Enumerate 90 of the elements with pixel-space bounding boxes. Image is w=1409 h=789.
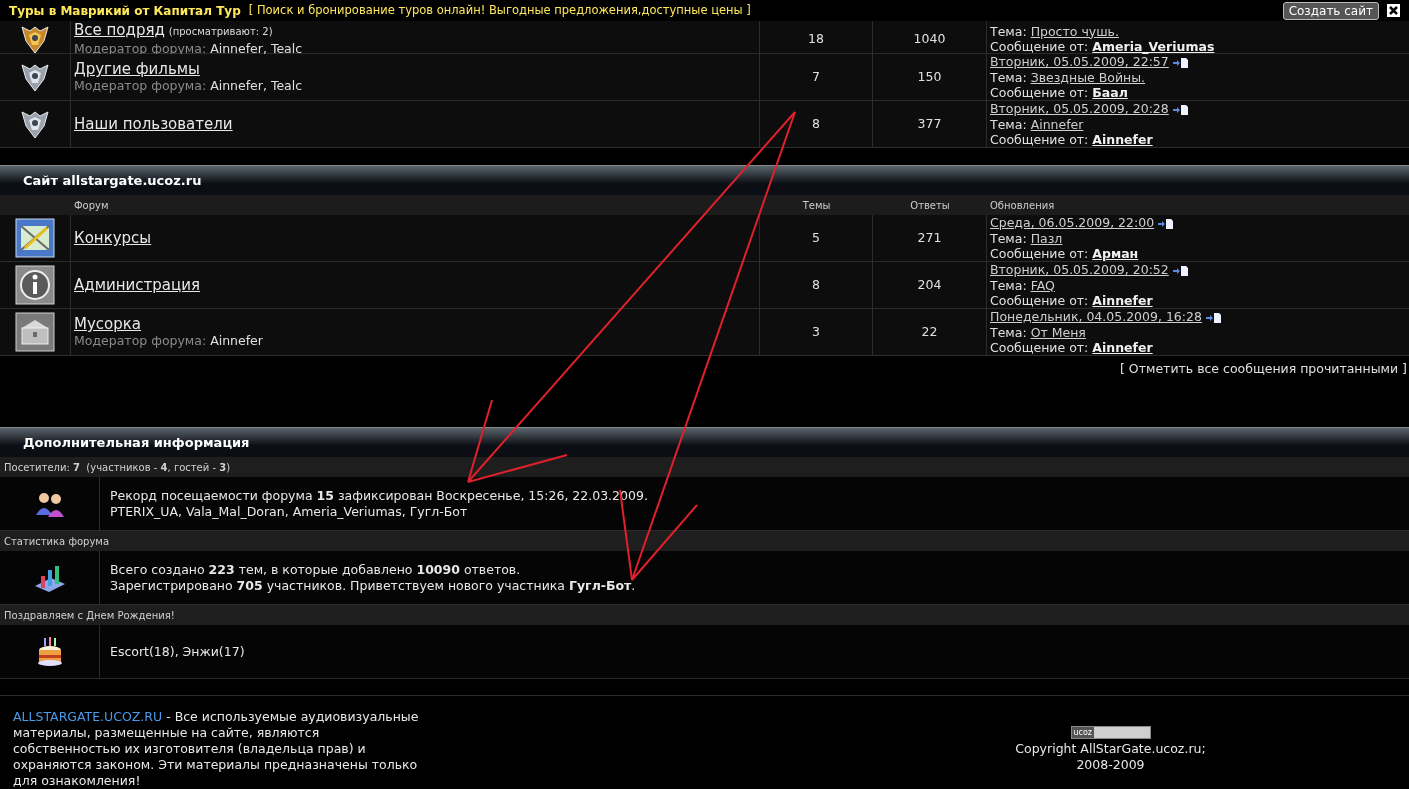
- envelope-icon: [15, 218, 55, 259]
- chest-icon: [15, 312, 55, 353]
- topic-link[interactable]: Просто чушь.: [1030, 23, 1119, 39]
- forum-title-link[interactable]: Все подряд: [74, 21, 165, 39]
- info-heading: Поздравляем с Днем Рождения!: [4, 608, 175, 623]
- author-label: Сообщение от:: [990, 132, 1089, 147]
- info-text: Всего создано 223 тем, в которые добавлено 10090 ответов.: [110, 561, 522, 578]
- info-heading: Статистика форума: [4, 534, 110, 549]
- go-to-post-icon[interactable]: [1205, 312, 1222, 323]
- author-link[interactable]: Ainnefer: [1092, 132, 1153, 147]
- create-site-button[interactable]: Создать сайт: [1282, 1, 1379, 20]
- last-post-date-link[interactable]: Вторник, 05.05.2009, 22:57: [990, 54, 1169, 69]
- go-to-post-icon[interactable]: [1158, 218, 1175, 229]
- author-label: Сообщение от:: [990, 340, 1089, 355]
- info-text: Зарегистрировано 705 участников. Приветствуем нового участника Гугл-Бот.: [110, 577, 637, 594]
- last-post-date-link[interactable]: Среда, 06.05.2009, 22:00: [990, 215, 1155, 230]
- topic-link[interactable]: Ainnefer: [1030, 116, 1084, 132]
- counter-badge[interactable]: ucoz: [1070, 726, 1151, 739]
- forum-title-link[interactable]: Администрация: [74, 276, 200, 295]
- author-label: Сообщение от:: [990, 85, 1089, 100]
- topics-count: 8: [812, 275, 820, 294]
- emblem-icon: [20, 108, 50, 141]
- site-link[interactable]: ALLSTARGATE.UCOZ.RU: [13, 709, 163, 724]
- topics-count: 3: [812, 322, 820, 341]
- topic-link[interactable]: FAQ: [1030, 277, 1055, 293]
- topic-label: Тема:: [990, 23, 1027, 39]
- topic-label: Тема:: [990, 277, 1027, 293]
- moderator-label: Модератор форума:: [74, 333, 207, 349]
- topics-count: 18: [808, 29, 824, 48]
- forum-title-link[interactable]: Мусорка: [74, 315, 142, 334]
- replies-count: 377: [917, 114, 942, 133]
- replies-count: 1040: [913, 29, 946, 48]
- author-link[interactable]: Арман: [1092, 246, 1139, 261]
- moderator-label: Модератор форума:: [74, 41, 207, 56]
- author-link[interactable]: Ameria_Veriumas: [1092, 39, 1215, 54]
- info-text: PTERIX_UA, Vala_Mal_Doran, Ameria_Veriumas, Гугл-Бот: [110, 503, 469, 520]
- last-post-date-link[interactable]: Вторник, 05.05.2009, 20:52: [990, 262, 1169, 277]
- last-post-date-link[interactable]: Вторник, 05.05.2009, 20:28: [990, 101, 1169, 116]
- ad-tagline-link[interactable]: [ Поиск и бронирование туров онлайн! Выгодные предложения,доступные цены ]: [248, 1, 751, 20]
- topic-label: Тема:: [990, 324, 1027, 340]
- forum-title-link[interactable]: Другие фильмы: [74, 60, 200, 79]
- moderator-names: Ainnefer, Tealc: [210, 41, 303, 56]
- info-heading: Посетители: 7 (участников - 4, гостей - 3): [4, 460, 231, 475]
- column-header: Темы: [801, 198, 832, 213]
- copyright-text: Copyright AllStarGate.ucoz.ru;: [1015, 741, 1206, 757]
- author-label: Сообщение от:: [990, 39, 1089, 54]
- forum-title-link[interactable]: Наши пользователи: [74, 115, 233, 134]
- replies-count: 204: [917, 275, 942, 294]
- topics-count: 7: [812, 67, 820, 86]
- copyright-notice: ALLSTARGATE.UCOZ.RU - Все используемые аудиовизуальные материалы, размещенные на сайте, являются собственностью их изготовителя (владельца прав) и охраняются законом. Эти материалы предназначены только для ознакомления!: [13, 709, 420, 789]
- emblem-icon: [20, 23, 50, 55]
- topic-label: Тема:: [990, 69, 1027, 85]
- author-label: Сообщение от:: [990, 293, 1089, 308]
- info-icon: [15, 265, 55, 306]
- forum-title-link[interactable]: Конкурсы: [74, 229, 152, 248]
- column-header: Обновления: [989, 198, 1056, 213]
- counter-label: ucoz: [1071, 727, 1095, 738]
- topic-link[interactable]: Звездные Войны.: [1030, 69, 1146, 85]
- cake-icon: [36, 635, 63, 668]
- go-to-post-icon[interactable]: [1172, 104, 1189, 115]
- topic-link[interactable]: От Меня: [1030, 324, 1086, 340]
- topic-link[interactable]: Пазл: [1030, 230, 1063, 246]
- moderator-names: Ainnefer, Tealc: [210, 78, 303, 94]
- topic-label: Тема:: [990, 116, 1027, 132]
- go-to-post-icon[interactable]: [1172, 265, 1189, 276]
- replies-count: 22: [921, 322, 938, 341]
- author-link[interactable]: Баал: [1092, 85, 1128, 100]
- topic-label: Тема:: [990, 230, 1027, 246]
- info-text: Escort(18), Энжи(17): [110, 643, 246, 660]
- author-link[interactable]: Ainnefer: [1092, 340, 1153, 355]
- mark-all-read-link[interactable]: [ Отметить все сообщения прочитанными ]: [1120, 360, 1407, 379]
- section-title: Сайт allstargate.ucoz.ru: [23, 171, 202, 190]
- copyright-years: 2008-2009: [1076, 757, 1145, 773]
- viewers-count: (просматривают: 2): [168, 26, 273, 37]
- moderator-label: Модератор форума:: [74, 78, 207, 94]
- emblem-icon: [20, 61, 50, 94]
- topics-count: 8: [812, 114, 820, 133]
- replies-count: 271: [917, 228, 942, 247]
- author-link[interactable]: Ainnefer: [1092, 293, 1153, 308]
- last-post-date-link[interactable]: Понедельник, 04.05.2009, 16:28: [990, 309, 1202, 324]
- topics-count: 5: [812, 228, 820, 247]
- go-to-post-icon[interactable]: [1172, 57, 1189, 68]
- section-title: Дополнительная информация: [23, 433, 250, 452]
- replies-count: 150: [917, 67, 942, 86]
- author-label: Сообщение от:: [990, 246, 1089, 261]
- column-header: Ответы: [909, 198, 951, 213]
- ad-title-link[interactable]: Туры в Маврикий от Капитал Тур: [9, 1, 241, 20]
- moderator-names: Ainnefer: [210, 333, 263, 349]
- column-header: Форум: [73, 198, 110, 213]
- close-icon[interactable]: [1387, 4, 1400, 17]
